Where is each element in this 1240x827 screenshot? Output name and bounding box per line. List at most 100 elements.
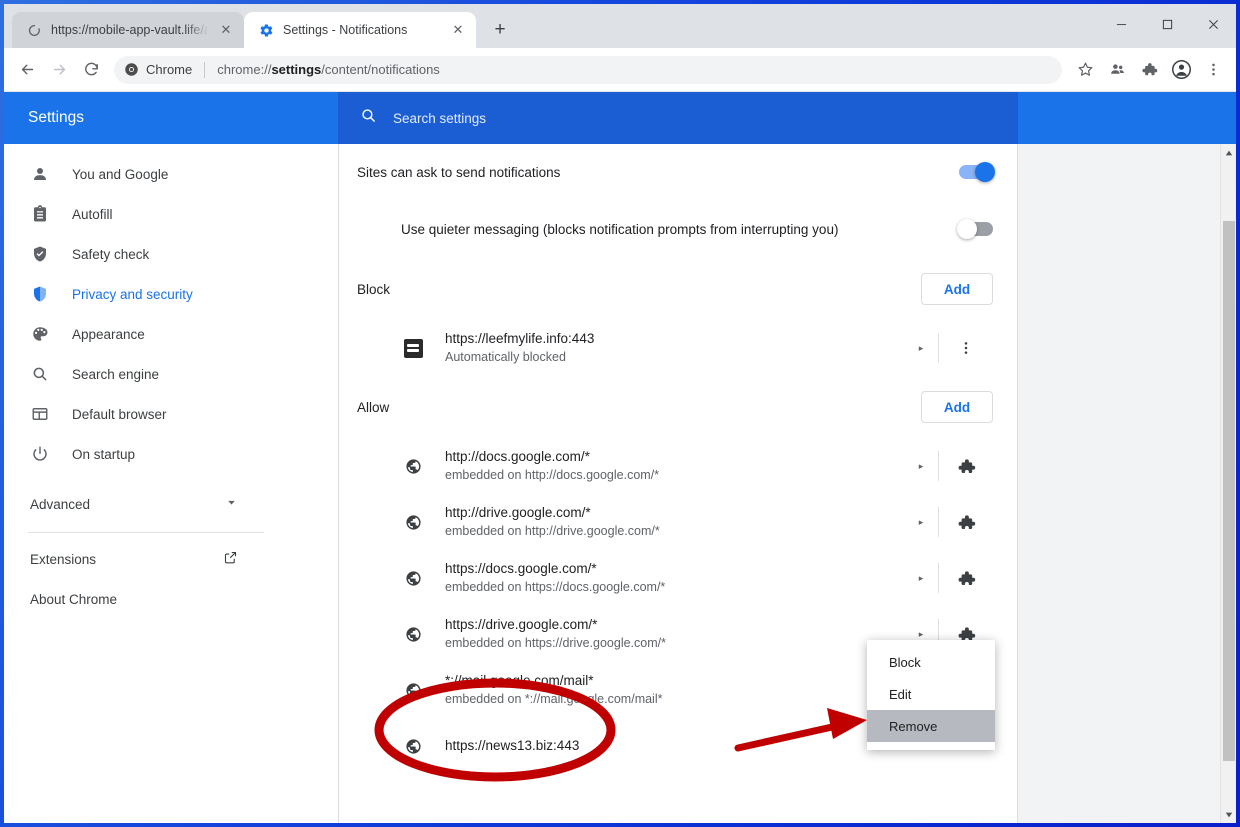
search-placeholder: Search settings <box>393 110 487 126</box>
new-tab-button[interactable]: + <box>486 16 514 44</box>
table-row[interactable]: https://docs.google.com/* embedded on ht… <box>357 550 997 606</box>
site-info: http://drive.google.com/* embedded on ht… <box>425 504 904 540</box>
site-url: http://docs.google.com/* <box>445 449 590 464</box>
globe-icon <box>401 514 425 531</box>
search-icon <box>30 365 50 383</box>
sidebar-item-search-engine[interactable]: Search engine <box>4 354 338 394</box>
three-dot-menu-icon[interactable] <box>1198 55 1228 85</box>
puzzle-piece-icon[interactable] <box>1134 55 1164 85</box>
chevron-right-icon[interactable]: ▸ <box>904 517 938 528</box>
row-puzzle-piece-icon[interactable] <box>939 457 993 476</box>
url-bold-segment: settings <box>271 62 322 77</box>
sidebar-item-appearance[interactable]: Appearance <box>4 314 338 354</box>
scrollbar-thumb[interactable] <box>1222 221 1235 761</box>
browser-window-icon <box>30 405 50 423</box>
site-info: https://leefmylife.info:443 Automaticall… <box>425 330 904 366</box>
sidebar-item-label: On startup <box>72 446 136 462</box>
sidebar-item-about-chrome[interactable]: About Chrome <box>4 579 338 619</box>
omnibox-separator <box>204 61 206 78</box>
block-add-button[interactable]: Add <box>921 273 993 305</box>
allow-add-button[interactable]: Add <box>921 391 993 423</box>
maximize-button[interactable] <box>1144 7 1190 41</box>
tab-strip: https://mobile-app-vault.life/aw ✕ Setti… <box>4 4 1236 48</box>
context-menu-item-edit[interactable]: Edit <box>867 678 995 710</box>
context-menu-item-remove[interactable]: Remove <box>867 710 995 742</box>
omnibox-url: chrome://settings/content/notifications <box>217 62 440 77</box>
quieter-messaging-row[interactable]: Use quieter messaging (blocks notificati… <box>357 200 997 258</box>
site-info: http://docs.google.com/* embedded on htt… <box>425 448 904 484</box>
chevron-down-icon <box>225 496 238 512</box>
row-puzzle-piece-icon[interactable] <box>939 569 993 588</box>
tab-mobile-app-vault[interactable]: https://mobile-app-vault.life/aw ✕ <box>12 12 244 48</box>
chevron-right-icon[interactable]: ▸ <box>904 629 938 640</box>
toggle-knob <box>975 162 995 182</box>
sidebar-item-extensions[interactable]: Extensions <box>4 539 338 579</box>
scroll-up-arrow-icon[interactable] <box>1221 144 1237 161</box>
address-bar[interactable]: Chrome chrome://settings/content/notific… <box>114 55 1062 84</box>
sites-can-ask-row[interactable]: Sites can ask to send notifications <box>357 144 997 200</box>
sidebar-item-you-and-google[interactable]: You and Google <box>4 154 338 194</box>
power-icon <box>30 445 50 463</box>
context-menu-item-block[interactable]: Block <box>867 646 995 678</box>
person-icon <box>30 165 50 183</box>
page-title: Settings <box>28 109 85 126</box>
table-row[interactable]: http://drive.google.com/* embedded on ht… <box>357 494 997 550</box>
site-subtext: embedded on http://drive.google.com/* <box>445 524 660 538</box>
sidebar-item-autofill[interactable]: Autofill <box>4 194 338 234</box>
row-puzzle-piece-icon[interactable] <box>939 513 993 532</box>
table-row[interactable]: http://docs.google.com/* embedded on htt… <box>357 438 997 494</box>
sidebar-advanced-label: Advanced <box>30 496 91 512</box>
table-row[interactable]: https://leefmylife.info:443 Automaticall… <box>357 320 997 376</box>
row-context-menu: Block Edit Remove <box>867 640 995 750</box>
scroll-down-arrow-icon[interactable] <box>1221 806 1237 823</box>
row-three-dot-menu-icon[interactable] <box>939 340 993 356</box>
sidebar-item-label: Safety check <box>72 246 150 262</box>
scrollbar-track[interactable] <box>1221 161 1237 806</box>
settings-sidebar: You and Google Autofill Safety check Pri… <box>4 144 338 823</box>
sidebar-item-safety-check[interactable]: Safety check <box>4 234 338 274</box>
sidebar-advanced-toggle[interactable]: Advanced <box>4 482 338 526</box>
site-subtext: embedded on http://docs.google.com/* <box>445 468 660 482</box>
vertical-scrollbar[interactable] <box>1220 144 1236 823</box>
close-icon[interactable]: ✕ <box>218 22 234 38</box>
avatar-icon[interactable] <box>1166 55 1196 85</box>
chevron-right-icon[interactable]: ▸ <box>904 343 938 354</box>
people-icon[interactable] <box>1102 55 1132 85</box>
quieter-messaging-toggle[interactable] <box>957 219 993 239</box>
chevron-right-icon[interactable]: ▸ <box>904 573 938 584</box>
close-icon[interactable]: ✕ <box>450 22 466 38</box>
quieter-messaging-label: Use quieter messaging (blocks notificati… <box>401 221 839 237</box>
chrome-chip: Chrome <box>124 62 192 77</box>
settings-header-filler <box>1018 92 1236 144</box>
window-controls <box>1098 4 1236 44</box>
chevron-right-icon[interactable]: ▸ <box>904 461 938 472</box>
sites-can-ask-label: Sites can ask to send notifications <box>357 164 561 180</box>
block-section-title: Block <box>357 281 391 297</box>
sidebar-item-on-startup[interactable]: On startup <box>4 434 338 474</box>
clipboard-icon <box>30 205 50 223</box>
forward-button[interactable] <box>44 55 74 85</box>
reload-button[interactable] <box>76 55 106 85</box>
external-link-icon <box>223 550 238 568</box>
close-button[interactable] <box>1190 7 1236 41</box>
site-subtext: embedded on *://mail.google.com/mail* <box>445 692 663 706</box>
sidebar-item-privacy-and-security[interactable]: Privacy and security <box>4 274 338 314</box>
site-info: https://docs.google.com/* embedded on ht… <box>425 560 904 596</box>
site-url: https://leefmylife.info:443 <box>445 331 595 346</box>
browser-window: https://mobile-app-vault.life/aw ✕ Setti… <box>4 4 1236 823</box>
tab-title: Settings - Notifications <box>283 23 408 37</box>
tab-settings-notifications[interactable]: Settings - Notifications ✕ <box>244 12 476 48</box>
settings-body: You and Google Autofill Safety check Pri… <box>4 144 1236 823</box>
globe-icon <box>401 458 425 475</box>
minimize-button[interactable] <box>1098 7 1144 41</box>
sites-can-ask-toggle[interactable] <box>959 162 995 182</box>
star-icon[interactable] <box>1070 55 1100 85</box>
search-settings-input[interactable]: Search settings <box>338 92 1018 144</box>
block-section-header: Block Add <box>357 258 997 320</box>
site-url: https://news13.biz:443 <box>445 738 580 753</box>
sidebar-item-default-browser[interactable]: Default browser <box>4 394 338 434</box>
back-button[interactable] <box>12 55 42 85</box>
chrome-logo-icon <box>125 63 138 76</box>
palette-icon <box>30 325 50 343</box>
sidebar-item-label: Search engine <box>72 366 160 382</box>
